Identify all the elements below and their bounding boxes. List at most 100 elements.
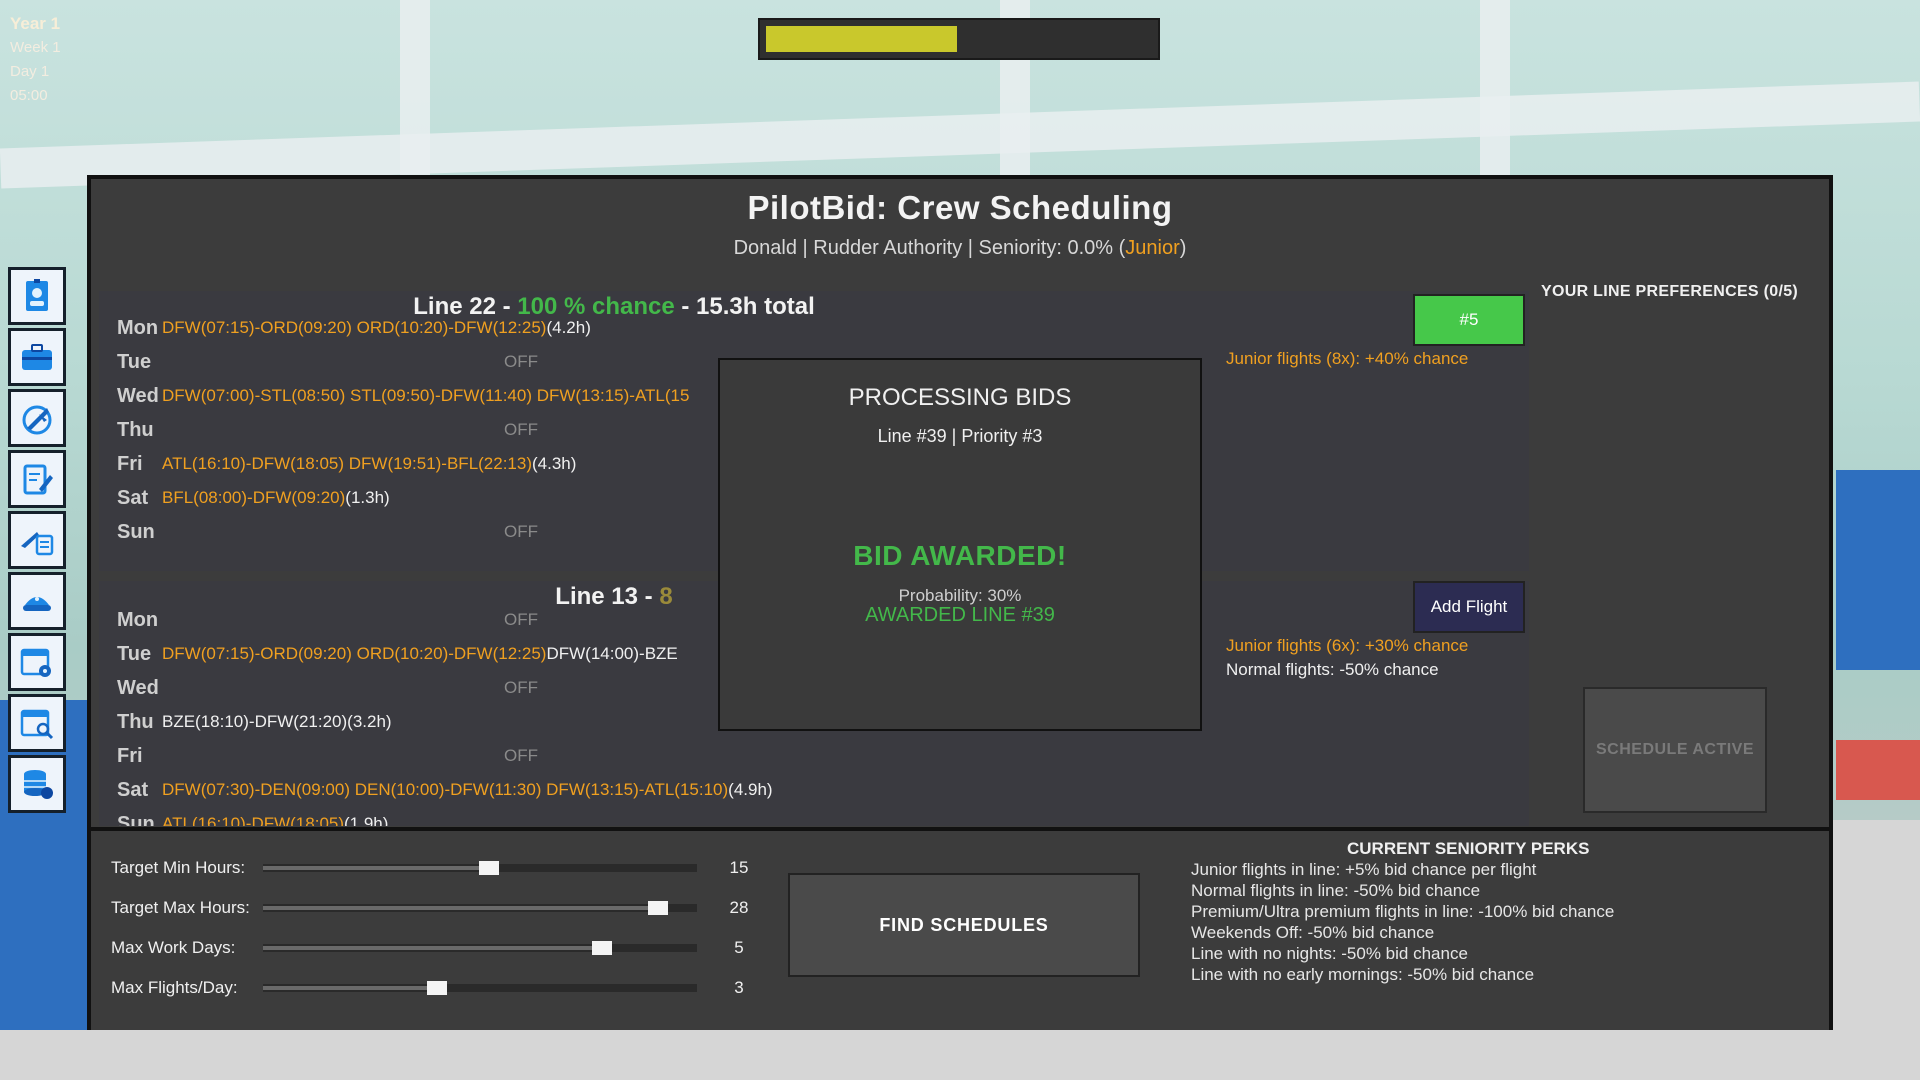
day-row: Mon OFF <box>117 605 538 635</box>
slider-track[interactable] <box>263 941 697 955</box>
search-controls: Target Min Hours: 15 Target Max Hours: 2… <box>91 827 1829 1030</box>
slider-knob[interactable] <box>426 981 447 995</box>
day-label: Wed <box>117 384 159 407</box>
target-max-hours-slider[interactable]: Target Max Hours: 28 <box>111 893 748 923</box>
perk-item: Weekends Off: -50% bid chance <box>1191 923 1435 942</box>
day-label: Mon <box>117 316 159 339</box>
slider-knob[interactable] <box>478 861 499 875</box>
line-bid-note: Normal flights: -50% chance <box>1226 660 1439 679</box>
day-off-label: OFF <box>504 420 538 439</box>
day-off-label: OFF <box>504 522 538 541</box>
day-label: Tue <box>117 350 152 373</box>
slider-knob[interactable] <box>647 901 668 915</box>
seniority-perks-list: Junior flights in line: +5% bid chance p… <box>1191 859 1614 985</box>
clipboard-edit-button[interactable] <box>8 450 66 508</box>
day-label: Tue <box>117 642 152 665</box>
clock-time: 05:00 <box>10 87 48 104</box>
day-label: Thu <box>117 710 154 733</box>
background-beam <box>400 0 430 180</box>
perk-item: Line with no early mornings: -50% bid ch… <box>1191 965 1535 984</box>
flight-legs: DFW(07:30)-DEN(09:00) DEN(10:00)-DFW(11:… <box>162 780 729 799</box>
slider-fill <box>263 866 489 870</box>
perk-item: Normal flights in line: -50% bid chance <box>1191 881 1481 900</box>
day-label: Wed <box>117 676 159 699</box>
day-label: Sat <box>117 778 149 801</box>
slider-label: Max Work Days: <box>111 938 236 957</box>
perk-item: Line with no nights: -50% bid chance <box>1191 944 1468 963</box>
pilot-cap-icon <box>23 597 51 611</box>
day-row: Sun OFF <box>117 517 538 547</box>
crew-id-icon <box>26 279 48 311</box>
duty-hours: (4.3h) <box>532 454 577 473</box>
app-sidebar <box>8 267 66 816</box>
line-preferences-title: YOUR LINE PREFERENCES (0/5) <box>1541 283 1799 300</box>
target-min-hours-slider[interactable]: Target Min Hours: 15 <box>111 853 748 883</box>
line-separator: - <box>674 293 697 320</box>
line-bid-note: Junior flights (8x): +40% chance <box>1226 349 1469 368</box>
calendar-settings-button[interactable] <box>8 633 66 691</box>
add-flight-button[interactable]: Add Flight <box>1413 581 1525 633</box>
slider-label: Target Min Hours: <box>111 858 246 877</box>
line-rank-button[interactable]: #5 <box>1413 294 1525 346</box>
slider-label: Target Max Hours: <box>111 898 250 917</box>
clock-year: Year 1 <box>10 14 61 33</box>
calendar-search-button[interactable] <box>8 694 66 752</box>
pilot-info: Donald | Rudder Authority | Seniority: 0… <box>91 237 1829 260</box>
day-off-label: OFF <box>504 610 538 629</box>
slider-value: 28 <box>729 898 749 917</box>
day-label: Mon <box>117 608 159 631</box>
slider-track[interactable] <box>263 901 697 915</box>
perk-item: Premium/Ultra premium flights in line: -… <box>1191 902 1615 921</box>
slider-fill <box>263 946 602 950</box>
day-row: Wed OFF <box>117 673 538 703</box>
line-chance: 8 <box>659 583 673 610</box>
clipboard-edit-icon <box>23 464 53 495</box>
background-beam <box>1480 0 1510 180</box>
flight-legs: DFW(07:15)-ORD(09:20) ORD(10:20)-DFW(12:… <box>162 318 547 337</box>
line-bid-note: Junior flights (6x): +30% chance <box>1226 636 1469 655</box>
day-row: Sat DFW(07:30)-DEN(09:00) DEN(10:00)-DFW(… <box>117 775 773 805</box>
day-off-label: OFF <box>504 352 538 371</box>
day-off-label: OFF <box>504 678 538 697</box>
calendar-settings-icon <box>20 648 51 677</box>
day-row: Tue DFW(07:15)-ORD(09:20) ORD(10:20)-DFW(… <box>117 639 678 669</box>
crew-id-button[interactable] <box>8 267 66 325</box>
dialog-title: PROCESSING BIDS <box>848 384 1072 411</box>
schedule-active-button[interactable]: SCHEDULE ACTIVE <box>1583 687 1767 813</box>
find-schedules-button[interactable]: FIND SCHEDULES <box>788 873 1140 977</box>
page-title: PilotBid: Crew Scheduling <box>747 189 1173 226</box>
slider-track[interactable] <box>263 861 697 875</box>
flight-legs: BFL(08:00)-DFW(09:20) <box>162 488 346 507</box>
bid-probability: Probability: 30% <box>898 586 1022 605</box>
pilot-details: Donald | Rudder Authority | Seniority: 0… <box>733 237 1126 259</box>
slider-track[interactable] <box>263 981 697 995</box>
duty-hours: (3.2h) <box>347 712 392 731</box>
briefcase-button[interactable] <box>8 328 66 386</box>
day-row: Fri OFF <box>117 741 538 771</box>
calendar-search-icon <box>20 709 54 740</box>
duty-hours: (1.3h) <box>345 488 390 507</box>
flight-takeoff-button[interactable] <box>8 389 66 447</box>
database-button[interactable] <box>8 755 66 813</box>
day-row: Mon DFW(07:15)-ORD(09:20) ORD(10:20)-DFW(… <box>117 313 591 343</box>
duty-hours: (4.2h) <box>546 318 591 337</box>
slider-knob[interactable] <box>591 941 612 955</box>
perk-item: Junior flights in line: +5% bid chance p… <box>1191 860 1537 879</box>
max-work-days-slider[interactable]: Max Work Days: 5 <box>111 933 744 963</box>
pilot-details-end: ) <box>1179 237 1187 259</box>
flight-plan-button[interactable] <box>8 511 66 569</box>
line-total-hours: 15.3h total <box>696 293 815 320</box>
day-label: Sun <box>117 812 155 827</box>
background-beam <box>0 81 1920 189</box>
duty-hours: (4.9h) <box>728 780 773 799</box>
pilot-cap-button[interactable] <box>8 572 66 630</box>
slider-fill <box>263 906 658 910</box>
clock-day: Day 1 <box>10 63 50 80</box>
day-row: Thu BZE(18:10)-DFW(21:20) (3.2h) <box>117 707 392 737</box>
time-progress-fill <box>766 26 958 52</box>
background-floor-stripe <box>1836 740 1920 800</box>
dialog-line-priority: Line #39 | Priority #3 <box>877 426 1043 446</box>
flight-plan-icon <box>21 532 54 556</box>
day-row: Thu OFF <box>117 415 538 445</box>
max-flights-per-day-slider[interactable]: Max Flights/Day: 3 <box>111 973 744 1003</box>
